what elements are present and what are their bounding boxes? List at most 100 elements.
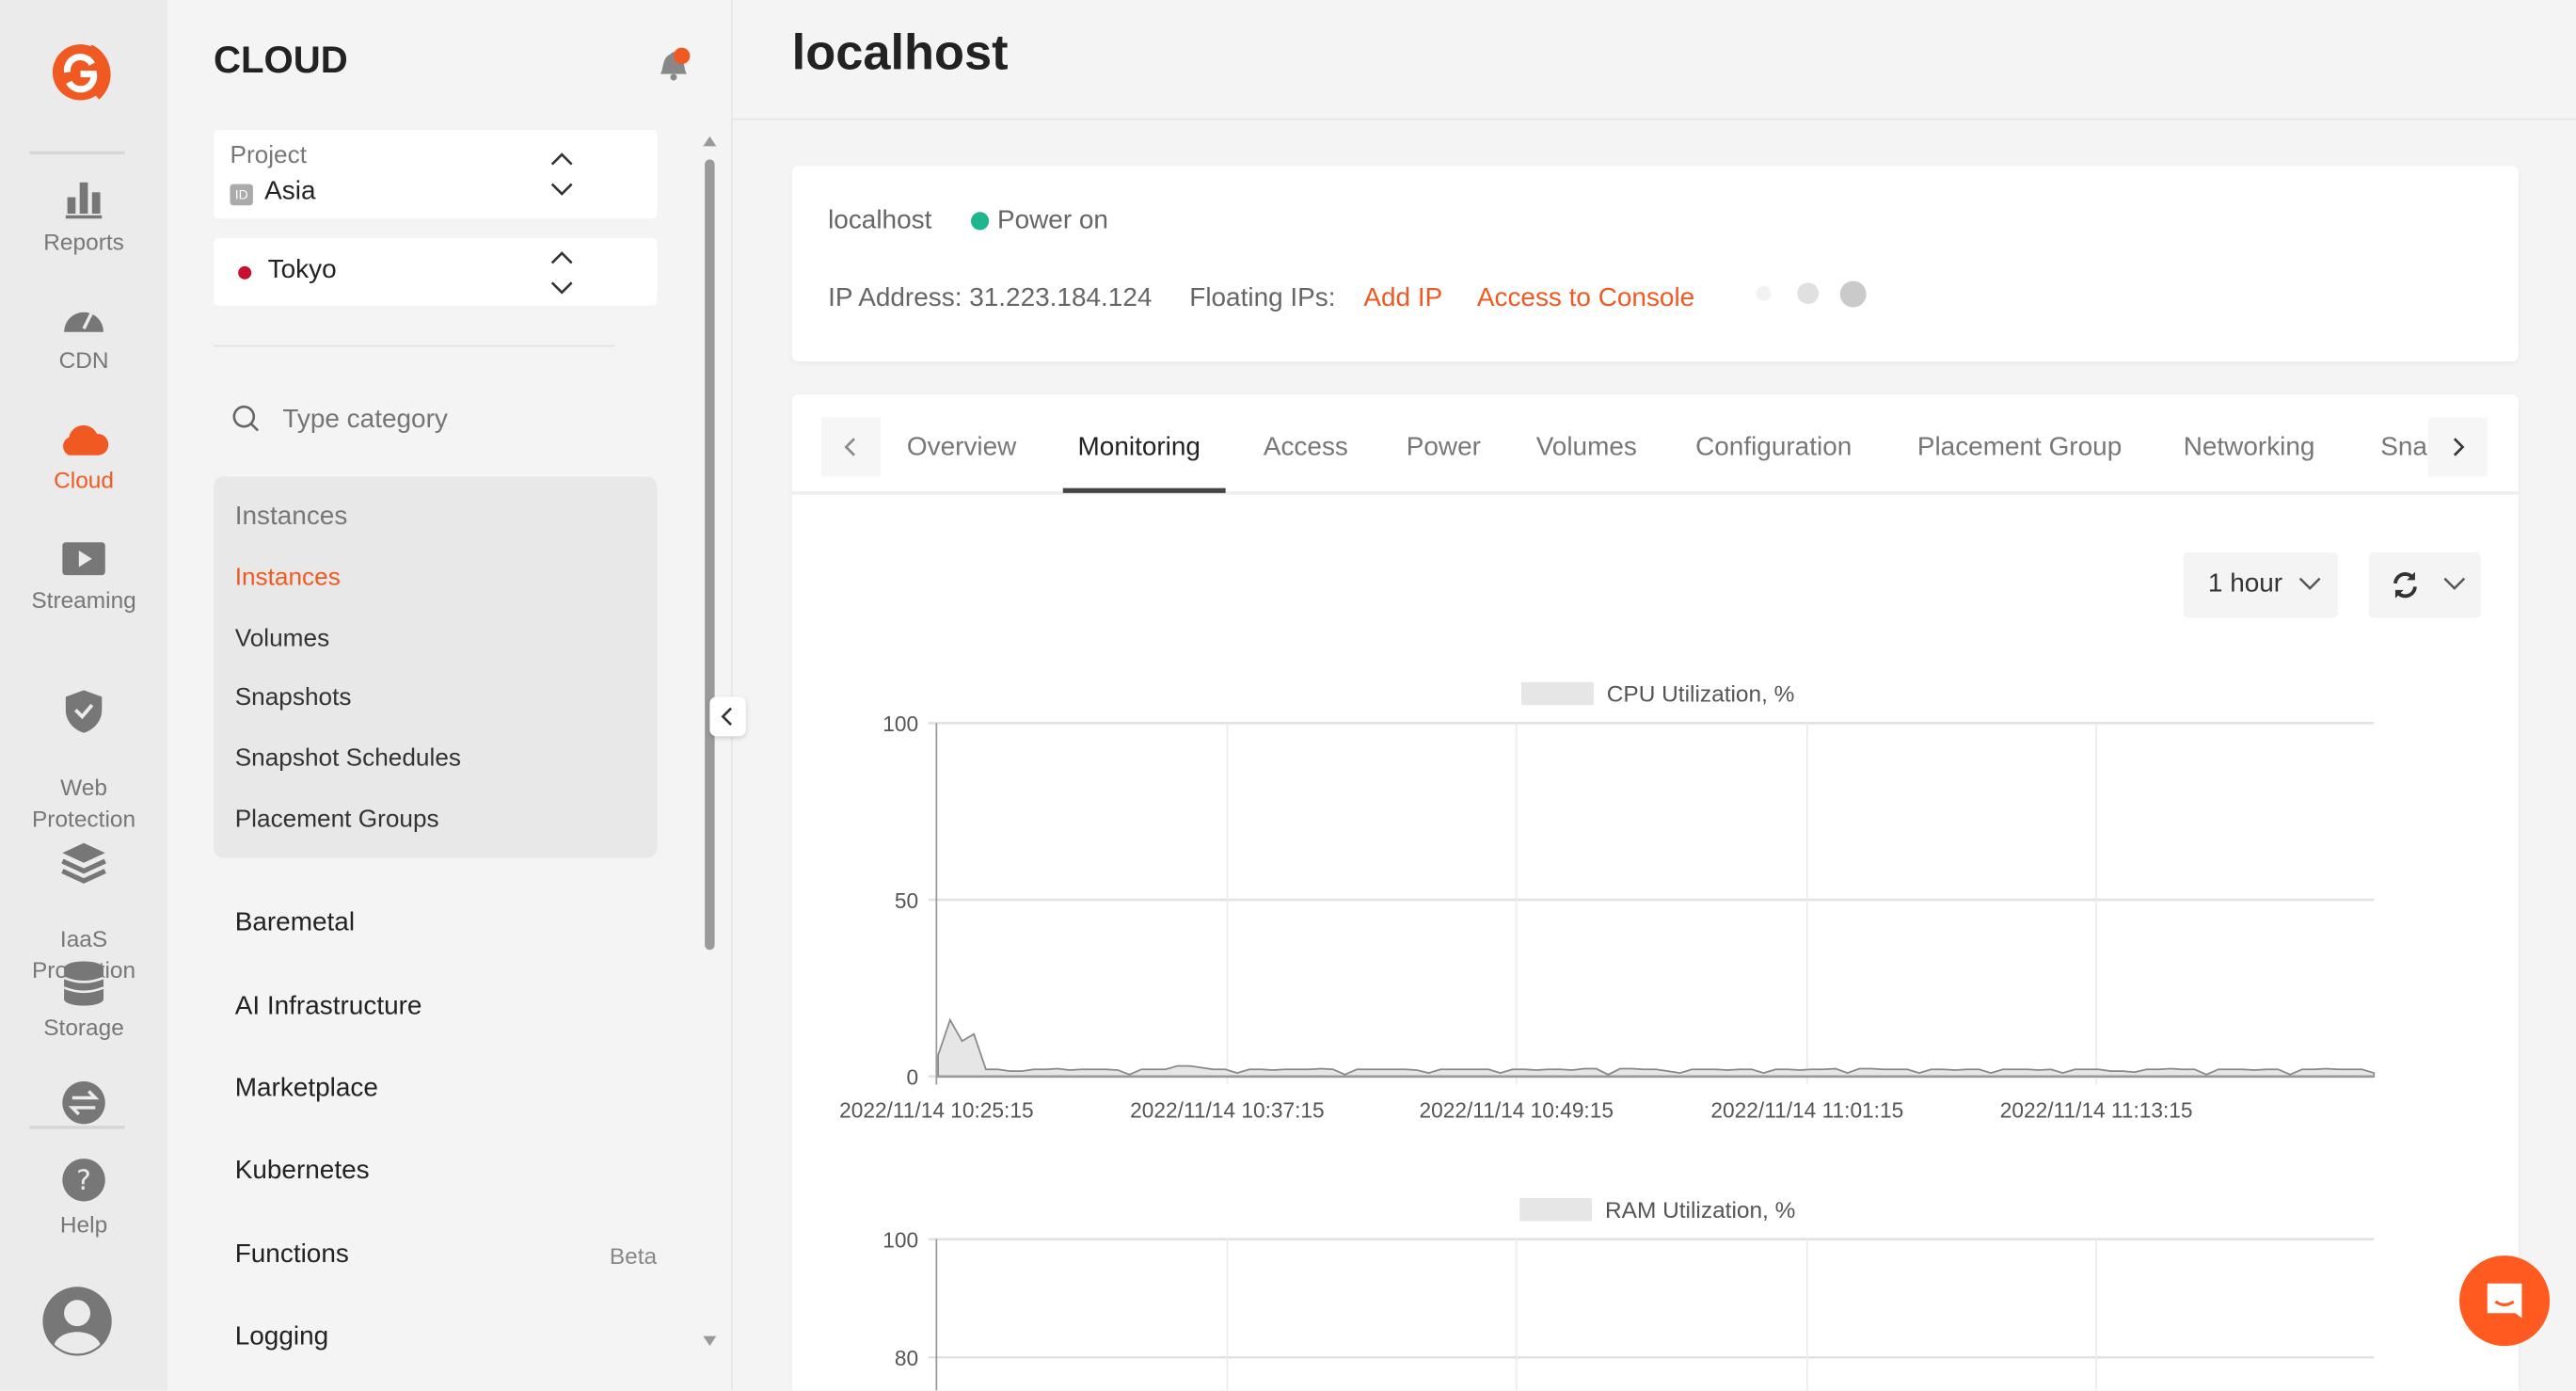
x-tick-label: 2022/11/14 10:37:15 bbox=[1130, 1097, 1324, 1122]
menu-item-kubernetes[interactable]: Kubernetes bbox=[235, 1157, 370, 1186]
rail-item-reports[interactable]: Reports bbox=[0, 178, 167, 259]
tabs-divider bbox=[791, 491, 2519, 495]
up-down-chevron-icon bbox=[550, 251, 573, 295]
add-ip-link[interactable]: Add IP bbox=[1363, 284, 1442, 313]
rail-label: Streaming bbox=[31, 586, 136, 614]
category-search-input[interactable] bbox=[278, 399, 648, 442]
menu-item-functions[interactable]: Functions bbox=[235, 1240, 349, 1270]
instance-details-card: Overview Monitoring Access Power Volumes Conf… bbox=[791, 394, 2519, 1391]
rail-label: Cloud bbox=[54, 466, 115, 493]
chat-icon bbox=[2487, 1283, 2522, 1319]
tab-power[interactable]: Power bbox=[1407, 434, 1481, 463]
project-id-badge: ID bbox=[230, 184, 253, 206]
y-tick-label: 50 bbox=[895, 888, 918, 913]
scroll-down-arrow-icon[interactable] bbox=[702, 1335, 718, 1348]
menu-item-volumes[interactable]: Volumes bbox=[235, 625, 329, 653]
tab-configuration[interactable]: Configuration bbox=[1695, 434, 1852, 463]
period-select[interactable]: 1 hour bbox=[2183, 552, 2338, 618]
scroll-up-arrow-icon[interactable] bbox=[702, 135, 718, 148]
refresh-icon bbox=[2393, 571, 2417, 599]
tabs-scroll-left-button[interactable] bbox=[821, 417, 881, 477]
ip-address: IP Address: 31.223.184.124 bbox=[828, 284, 1153, 312]
menu-item-placement-groups[interactable]: Placement Groups bbox=[235, 806, 439, 834]
tab-access[interactable]: Access bbox=[1264, 434, 1348, 463]
chat-support-button[interactable] bbox=[2459, 1255, 2551, 1347]
x-tick-label: 2022/11/14 11:13:15 bbox=[2000, 1097, 2193, 1122]
rail-divider bbox=[29, 1126, 125, 1129]
rail-item-cdn[interactable]: CDN bbox=[0, 299, 167, 376]
rail-item-help[interactable]: ? Help bbox=[0, 1157, 167, 1240]
rail-divider bbox=[29, 151, 125, 155]
chevron-right-icon bbox=[2453, 438, 2465, 456]
menu-item-logging[interactable]: Logging bbox=[235, 1323, 328, 1352]
main-content: localhost localhost Power on IP Address:… bbox=[731, 0, 2576, 1391]
tab-sna[interactable]: Sna bbox=[2380, 434, 2427, 463]
japan-flag-icon bbox=[238, 265, 252, 280]
swap-icon bbox=[62, 1080, 105, 1125]
refresh-select[interactable] bbox=[2369, 552, 2481, 618]
loading-dot-icon bbox=[1839, 280, 1867, 308]
tab-networking[interactable]: Networking bbox=[2184, 434, 2315, 463]
project-label: Project bbox=[230, 141, 307, 169]
floating-ips-label: Floating IPs: bbox=[1189, 284, 1336, 312]
rail-item-storage[interactable]: Storage bbox=[0, 960, 167, 1044]
legend-label: RAM Utilization, % bbox=[1605, 1198, 1795, 1223]
notification-bell-icon[interactable] bbox=[654, 44, 693, 84]
y-tick-label: 100 bbox=[883, 1227, 918, 1252]
tab-monitoring[interactable]: Monitoring bbox=[1078, 434, 1201, 463]
beta-badge: Beta bbox=[609, 1242, 658, 1270]
menu-item-snapshot-schedules[interactable]: Snapshot Schedules bbox=[235, 744, 461, 773]
chevron-down-icon bbox=[2298, 577, 2321, 590]
gcore-logo-icon[interactable] bbox=[48, 35, 117, 107]
tabs-scroll-right-button[interactable] bbox=[2427, 417, 2488, 477]
menu-item-instances[interactable]: Instances bbox=[235, 564, 341, 592]
monitoring-charts: CPU Utilization, % 100 50 0 2022/11/14 10:25… bbox=[839, 682, 2376, 1391]
project-select[interactable]: Project ID Asia bbox=[214, 129, 658, 219]
status-dot-icon bbox=[971, 212, 990, 231]
y-tick-label: 80 bbox=[895, 1346, 918, 1370]
sidebar-title: CLOUD bbox=[214, 38, 348, 81]
cloud-icon bbox=[63, 424, 109, 456]
project-value: Asia bbox=[264, 177, 316, 206]
legend-label: CPU Utilization, % bbox=[1607, 682, 1795, 708]
rail-item-streaming[interactable]: Streaming bbox=[0, 539, 167, 616]
cloud-sidebar: CLOUD Project ID Asia Tokyo Instances In… bbox=[167, 0, 746, 1391]
help-icon: ? bbox=[62, 1159, 105, 1202]
menu-item-marketplace[interactable]: Marketplace bbox=[235, 1075, 378, 1104]
chevron-left-icon bbox=[844, 438, 855, 456]
instance-info-card: localhost Power on IP Address: 31.223.18… bbox=[791, 166, 2519, 362]
chevron-down-icon bbox=[2443, 577, 2466, 590]
power-status: Power on bbox=[996, 207, 1108, 235]
rail-label: CDN bbox=[58, 346, 109, 374]
shield-icon bbox=[65, 690, 103, 733]
search-icon bbox=[232, 405, 260, 432]
period-value: 1 hour bbox=[2207, 569, 2283, 599]
x-tick-label: 2022/11/14 11:01:15 bbox=[1710, 1097, 1903, 1122]
play-icon bbox=[62, 542, 105, 576]
y-tick-label: 100 bbox=[883, 711, 918, 736]
sidebar-scrollbar[interactable] bbox=[705, 159, 715, 951]
rail-item-cloud[interactable]: Cloud bbox=[0, 419, 167, 496]
database-icon bbox=[63, 961, 104, 1006]
loading-dot-icon bbox=[1797, 282, 1820, 305]
tab-overview[interactable]: Overview bbox=[907, 434, 1016, 463]
user-avatar-icon[interactable] bbox=[41, 1286, 114, 1358]
rail-label: Help bbox=[59, 1210, 108, 1238]
region-select[interactable]: Tokyo bbox=[214, 238, 658, 306]
access-console-link[interactable]: Access to Console bbox=[1477, 284, 1694, 313]
bar-chart-icon bbox=[65, 182, 103, 219]
rail-item-swap[interactable] bbox=[0, 1079, 167, 1132]
instance-name: localhost bbox=[828, 207, 932, 235]
x-tick-label: 2022/11/14 10:49:15 bbox=[1420, 1097, 1614, 1122]
svg-text:?: ? bbox=[76, 1163, 91, 1196]
instances-group: Instances Instances Volumes Snapshots Sn… bbox=[214, 476, 658, 858]
menu-item-snapshots[interactable]: Snapshots bbox=[235, 683, 352, 711]
menu-item-ai-infrastructure[interactable]: AI Infrastructure bbox=[235, 993, 422, 1022]
tab-placement-group[interactable]: Placement Group bbox=[1917, 434, 2122, 463]
tab-volumes[interactable]: Volumes bbox=[1536, 434, 1637, 463]
loading-dot-icon bbox=[1756, 285, 1772, 301]
menu-item-baremetal[interactable]: Baremetal bbox=[235, 909, 355, 938]
header-divider bbox=[731, 118, 2576, 120]
group-header[interactable]: Instances bbox=[235, 503, 348, 532]
active-tab-indicator bbox=[1062, 488, 1226, 493]
